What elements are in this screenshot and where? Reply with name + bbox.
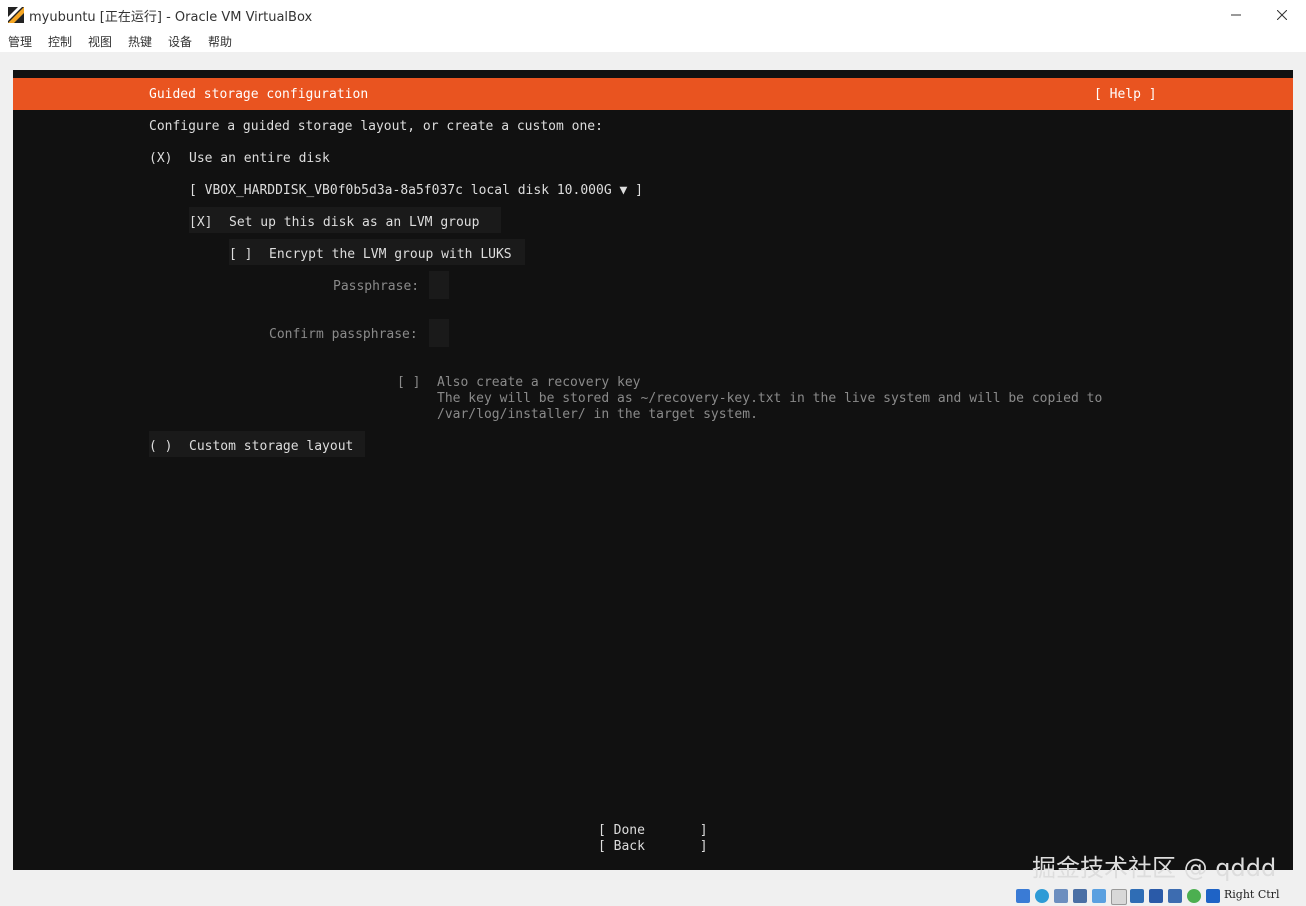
recovery-key-label: Also create a recovery key — [437, 375, 641, 390]
passphrase-label: Passphrase: — [333, 279, 420, 294]
disk-select[interactable]: [ VBOX_HARDDISK_VB0f0b5d3a-8a5f037c loca… — [189, 183, 643, 199]
encrypt-label: Encrypt the LVM group with LUKS — [269, 247, 512, 262]
window-title: myubuntu [正在运行] - Oracle VM VirtualBox — [29, 10, 313, 25]
display-icon[interactable] — [1130, 889, 1144, 903]
close-button[interactable] — [1259, 0, 1305, 30]
menubar: 管理 控制 视图 热键 设备 帮助 — [0, 30, 1306, 52]
recovery-key-desc-line1: The key will be stored as ~/recovery-key… — [437, 391, 1103, 406]
optical-disk-icon[interactable] — [1035, 889, 1049, 903]
confirm-passphrase-label: Confirm passphrase: — [269, 327, 418, 342]
menu-devices[interactable]: 设备 — [168, 33, 192, 50]
storage-prompt: Configure a guided storage layout, or cr… — [149, 119, 603, 134]
mouse-integration-icon[interactable] — [1187, 889, 1201, 903]
use-entire-disk-radio[interactable]: (X) — [149, 151, 172, 167]
encrypt-checkbox[interactable]: [ ] — [229, 247, 252, 263]
help-button[interactable]: [ Help ] — [1094, 87, 1157, 103]
minimize-button-hitbox — [1213, 0, 1259, 30]
recovery-key-desc-line2: /var/log/installer/ in the target system… — [437, 407, 758, 422]
hard-disk-icon[interactable] — [1016, 889, 1030, 903]
recovery-key-checkbox[interactable]: [ ] — [397, 375, 420, 391]
confirm-passphrase-input[interactable] — [429, 319, 449, 347]
lvm-checkbox[interactable]: [X] — [189, 215, 212, 231]
use-entire-disk-label: Use an entire disk — [189, 151, 330, 166]
usb-icon[interactable] — [1092, 889, 1106, 903]
menu-view[interactable]: 视图 — [88, 33, 112, 50]
menu-help[interactable]: 帮助 — [208, 33, 232, 50]
vm-display[interactable]: Guided storage configuration [ Help ] Co… — [13, 70, 1293, 870]
menu-control[interactable]: 控制 — [48, 33, 72, 50]
network-icon[interactable] — [1073, 889, 1087, 903]
cpu-icon[interactable] — [1206, 889, 1220, 903]
audio-icon[interactable] — [1054, 889, 1068, 903]
recording-icon[interactable] — [1149, 889, 1163, 903]
watermark: 掘金技术社区 @ qddd — [1032, 854, 1277, 882]
custom-layout-radio[interactable]: ( ) — [149, 439, 172, 455]
host-key-label: Right Ctrl — [1224, 888, 1280, 901]
lvm-label: Set up this disk as an LVM group — [229, 215, 480, 230]
menu-hotkeys[interactable]: 热键 — [128, 33, 152, 50]
statusbar: Right Ctrl — [0, 884, 1306, 906]
menu-manage[interactable]: 管理 — [8, 33, 32, 50]
window-titlebar: myubuntu [正在运行] - Oracle VM VirtualBox — [0, 0, 1306, 30]
shared-folder-icon[interactable] — [1111, 889, 1127, 905]
close-icon — [1277, 10, 1287, 20]
custom-layout-label: Custom storage layout — [189, 439, 354, 454]
done-button[interactable]: [ Done ] — [598, 823, 708, 839]
passphrase-input[interactable] — [429, 271, 449, 299]
virtualbox-app-icon — [8, 7, 24, 23]
video-capture-icon[interactable] — [1168, 889, 1182, 903]
back-button[interactable]: [ Back ] — [598, 839, 708, 855]
header-title: Guided storage configuration — [149, 87, 369, 102]
